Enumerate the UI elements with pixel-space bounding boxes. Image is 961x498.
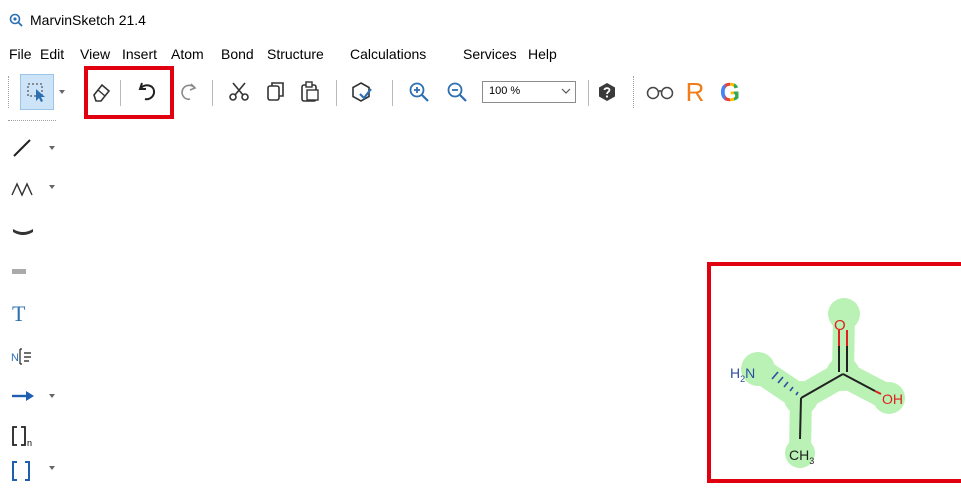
- single-bond-icon: [13, 139, 31, 157]
- reaction-arrow-tool[interactable]: [10, 381, 36, 411]
- marvin-app-icon: [9, 13, 23, 27]
- menu-file[interactable]: File: [9, 46, 32, 62]
- highlight-box-toolbar: [84, 66, 174, 119]
- rectangle-select-icon: [27, 83, 45, 102]
- structure-checker-icon: [352, 82, 372, 102]
- select-dropdown-arrow[interactable]: [57, 74, 67, 110]
- bold-bond-icon: [13, 229, 33, 235]
- data-tool[interactable]: N: [10, 341, 36, 371]
- highlight-box-molecule: [707, 262, 961, 483]
- toolbar-separator: [212, 80, 213, 106]
- hashed-bond-icon: [12, 269, 26, 274]
- toolbar-separator: [336, 80, 337, 106]
- hashed-bond-tool[interactable]: [10, 256, 30, 286]
- toolbar-grip: [633, 76, 636, 108]
- zoom-in-icon: [409, 82, 429, 102]
- left-toolbar-grip: [8, 120, 56, 123]
- ring-template-tool[interactable]: [10, 214, 36, 244]
- menu-help[interactable]: Help: [528, 46, 557, 62]
- chevron-down-icon[interactable]: [49, 185, 55, 189]
- menu-services[interactable]: Services: [463, 46, 517, 62]
- chain-tool[interactable]: [10, 174, 36, 204]
- menu-insert[interactable]: Insert: [122, 46, 157, 62]
- toolbar-separator: [392, 80, 393, 106]
- menu-edit[interactable]: Edit: [40, 46, 64, 62]
- copy-button[interactable]: [261, 74, 291, 110]
- chevron-down-icon: [59, 90, 65, 94]
- chevron-down-icon[interactable]: [49, 146, 55, 150]
- zoom-level-value: 100 %: [489, 85, 521, 97]
- blue-bracket-icon: [12, 461, 30, 481]
- bracket-subscript: n: [27, 438, 33, 448]
- window-title: MarvinSketch 21.4: [30, 12, 146, 28]
- menu-structure[interactable]: Structure: [267, 46, 324, 62]
- chevron-down-icon[interactable]: [49, 394, 55, 398]
- paste-icon: [301, 81, 319, 102]
- toolbar-grip: [8, 76, 11, 108]
- repeating-unit-tool[interactable]: n: [10, 421, 36, 451]
- help-icon: [599, 83, 615, 101]
- cut-button[interactable]: [224, 74, 254, 110]
- menu-view[interactable]: View: [80, 46, 110, 62]
- zoom-out-icon: [447, 82, 467, 102]
- paste-button[interactable]: [295, 74, 325, 110]
- menu-atom[interactable]: Atom: [171, 46, 204, 62]
- rectangle-select-button[interactable]: [20, 74, 54, 110]
- toolbar-separator: [588, 80, 589, 106]
- redo-icon: [181, 83, 197, 101]
- scissors-icon: [229, 82, 249, 101]
- zoom-level-select[interactable]: 100 %: [482, 81, 576, 103]
- copy-icon: [267, 82, 284, 101]
- help-button[interactable]: [595, 74, 619, 110]
- r-script-button[interactable]: R: [680, 74, 710, 110]
- 3d-view-button[interactable]: [644, 74, 676, 110]
- redo-button[interactable]: [174, 74, 204, 110]
- chain-icon: [11, 182, 33, 197]
- glasses-icon: [646, 86, 674, 100]
- menu-bond[interactable]: Bond: [221, 46, 254, 62]
- chevron-down-icon: [561, 88, 571, 94]
- zoom-in-button[interactable]: [405, 74, 433, 110]
- google-icon: G: [719, 76, 741, 107]
- google-search-button[interactable]: G: [713, 74, 747, 110]
- zoom-out-button[interactable]: [443, 74, 471, 110]
- chevron-down-icon[interactable]: [49, 466, 55, 470]
- menu-calculations[interactable]: Calculations: [350, 46, 426, 62]
- bracket-tool[interactable]: [10, 456, 36, 486]
- single-bond-tool[interactable]: [10, 133, 34, 163]
- arrow-right-icon: [12, 391, 34, 401]
- atom-data-icon: N: [11, 348, 31, 365]
- sgroup-bracket-icon: [12, 426, 26, 446]
- svg-text:N: N: [11, 352, 19, 364]
- check-structure-button[interactable]: [346, 74, 376, 110]
- text-tool[interactable]: T: [12, 299, 25, 329]
